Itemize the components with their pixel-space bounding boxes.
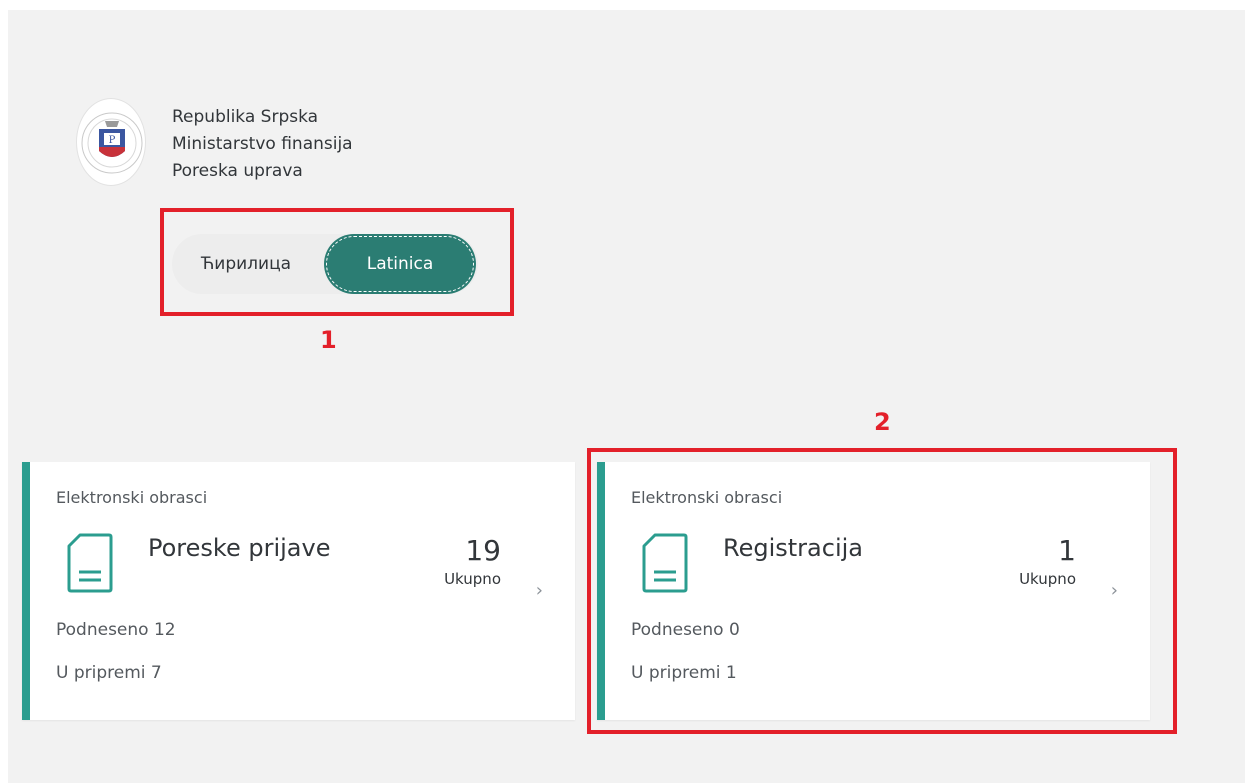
annotation-label-1: 1 xyxy=(320,326,337,354)
coat-of-arms-logo: P xyxy=(76,98,146,186)
annotation-box-2 xyxy=(587,448,1177,734)
org-line-ministry: Ministarstvo finansija xyxy=(172,134,353,154)
tile-tax-returns[interactable]: Elektronski obrasci Poreske prijave 19 U… xyxy=(22,462,575,720)
org-line-republic: Republika Srpska xyxy=(172,107,319,127)
document-icon xyxy=(67,533,113,593)
tile-count-label: Ukupno xyxy=(444,570,501,588)
tile-stat-submitted: Podneseno 12 xyxy=(56,620,176,640)
emblem-icon: P xyxy=(81,112,143,174)
org-line-tax-administration: Poreska uprava xyxy=(172,161,303,181)
chevron-right-icon: › xyxy=(535,580,543,601)
tile-title: Poreske prijave xyxy=(148,534,331,562)
tile-subtitle: Elektronski obrasci xyxy=(56,488,208,507)
annotation-box-1 xyxy=(160,208,514,316)
tile-stat-in-progress: U pripremi 7 xyxy=(56,663,162,683)
svg-text:P: P xyxy=(109,135,116,146)
tile-count: 19 xyxy=(465,534,501,567)
annotation-label-2: 2 xyxy=(874,408,891,436)
organization-name: Republika Srpska Ministarstvo finansija … xyxy=(172,104,353,185)
